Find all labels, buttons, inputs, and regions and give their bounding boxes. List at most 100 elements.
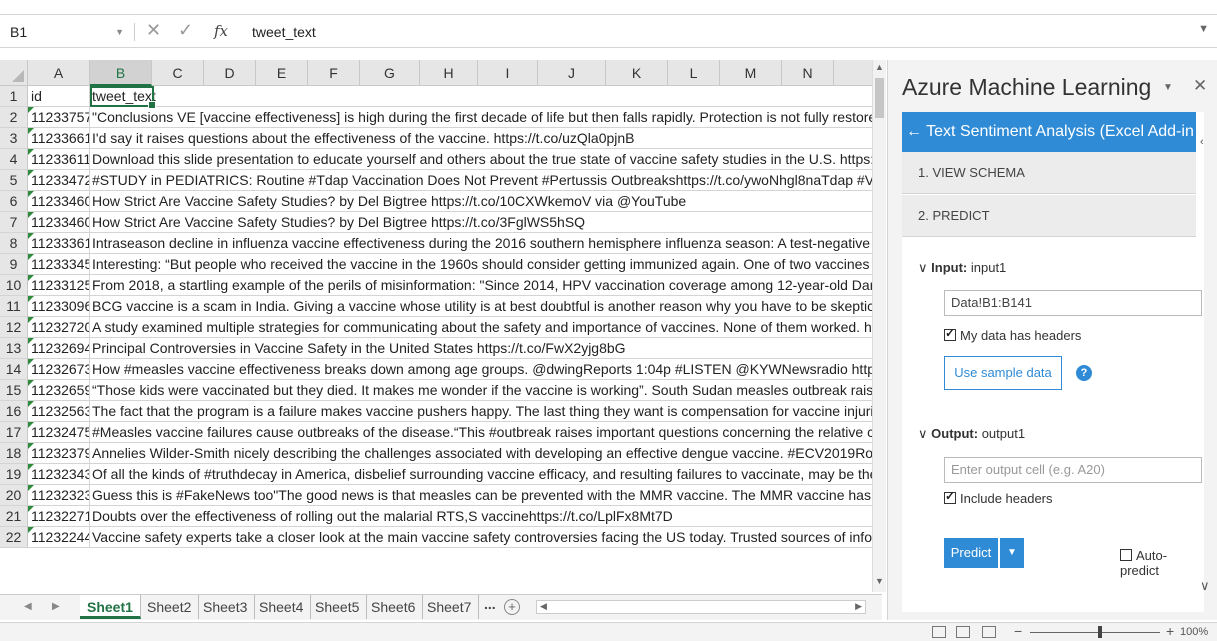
row-header[interactable]: 17: [0, 422, 27, 443]
column-header-c[interactable]: C: [152, 60, 204, 86]
sheet-tab-sheet6[interactable]: Sheet6: [364, 595, 424, 619]
zoom-level[interactable]: 100%: [1180, 626, 1208, 638]
tweet-text-cell[interactable]: How Strict Are Vaccine Safety Studies? b…: [90, 191, 882, 211]
row-header[interactable]: 19: [0, 464, 27, 485]
pane-options-chevron-icon[interactable]: ▼: [1163, 82, 1173, 93]
add-sheet-button[interactable]: +: [504, 599, 520, 615]
id-cell[interactable]: 112337575: [28, 107, 90, 127]
column-header-a[interactable]: A: [28, 60, 90, 86]
tab-scroll-right-icon[interactable]: ▶: [52, 601, 60, 612]
predict-button[interactable]: Predict: [944, 538, 998, 568]
expand-formula-bar-icon[interactable]: ▼: [1198, 23, 1209, 35]
cancel-icon[interactable]: ✕: [146, 20, 161, 41]
sheet-tab-sheet1[interactable]: Sheet1: [80, 595, 141, 619]
input-headers-checkbox[interactable]: [944, 326, 956, 341]
row-header[interactable]: 18: [0, 443, 27, 464]
section-predict[interactable]: 2. PREDICT: [902, 195, 1196, 237]
select-all-button[interactable]: [0, 60, 28, 86]
row-header[interactable]: 22: [0, 527, 27, 548]
scroll-left-icon[interactable]: ◀: [540, 601, 547, 612]
column-header-k[interactable]: K: [606, 60, 668, 86]
tweet-text-cell[interactable]: Of all the kinds of #truthdecay in Ameri…: [90, 464, 882, 484]
sheet-tab-sheet4[interactable]: Sheet4: [252, 595, 312, 619]
column-header-e[interactable]: E: [256, 60, 308, 86]
row-header[interactable]: 8: [0, 233, 27, 254]
id-cell[interactable]: 112333610: [28, 233, 90, 253]
column-header-h[interactable]: H: [420, 60, 478, 86]
tweet-text-cell[interactable]: Doubts over the effectiveness of rolling…: [90, 506, 882, 526]
tweet-text-cell[interactable]: #STUDY in PEDIATRICS: Routine #Tdap Vacc…: [90, 170, 882, 190]
row-header[interactable]: 3: [0, 128, 27, 149]
output-cell-field[interactable]: Enter output cell (e.g. A20): [944, 457, 1202, 483]
use-sample-data-button[interactable]: Use sample data: [944, 356, 1062, 390]
section-view-schema[interactable]: 1. VIEW SCHEMA: [902, 152, 1196, 194]
row-header[interactable]: 4: [0, 149, 27, 170]
id-cell[interactable]: 112336110: [28, 149, 90, 169]
id-cell[interactable]: 112325632: [28, 401, 90, 421]
help-icon[interactable]: ?: [1076, 365, 1092, 381]
autopredict-checkbox[interactable]: [1120, 549, 1132, 561]
tweet-text-cell[interactable]: The fact that the program is a failure m…: [90, 401, 882, 421]
column-header-d[interactable]: D: [204, 60, 256, 86]
scroll-right-icon[interactable]: ▶: [855, 601, 862, 612]
tweet-text-cell[interactable]: From 2018, a startling example of the pe…: [90, 275, 882, 295]
row-header[interactable]: 20: [0, 485, 27, 506]
row-header[interactable]: 9: [0, 254, 27, 275]
row-header[interactable]: 5: [0, 170, 27, 191]
row-header[interactable]: 12: [0, 317, 27, 338]
sheet-tab-sheet7[interactable]: Sheet7: [420, 595, 480, 619]
column-header-n[interactable]: N: [782, 60, 834, 86]
id-cell[interactable]: 112327203: [28, 317, 90, 337]
row-header[interactable]: 2: [0, 107, 27, 128]
zoom-slider[interactable]: [1030, 632, 1160, 633]
page-layout-view-icon[interactable]: [956, 626, 970, 638]
tweet-text-cell[interactable]: “Those kids were vaccinated but they die…: [90, 380, 882, 400]
column-header-j[interactable]: J: [538, 60, 606, 86]
sheet-vertical-scrollbar[interactable]: ▲ ▼: [872, 60, 886, 592]
id-cell[interactable]: 112331250: [28, 275, 90, 295]
tweet-text-cell[interactable]: #Measles vaccine failures cause outbreak…: [90, 422, 882, 442]
id-cell[interactable]: 112334604: [28, 212, 90, 232]
page-break-view-icon[interactable]: [982, 626, 996, 638]
id-cell[interactable]: 112323797: [28, 443, 90, 463]
sheet-tab-sheet5[interactable]: Sheet5: [308, 595, 368, 619]
more-sheets-button[interactable]: ...: [484, 596, 496, 612]
row-header[interactable]: 15: [0, 380, 27, 401]
chevron-down-icon[interactable]: ∨: [1200, 578, 1210, 594]
enter-icon[interactable]: ✓: [178, 20, 193, 41]
row-header[interactable]: 14: [0, 359, 27, 380]
row-header[interactable]: 10: [0, 275, 27, 296]
insert-function-icon[interactable]: fx: [214, 22, 228, 40]
scrollbar-thumb[interactable]: [875, 78, 884, 118]
autopredict-checkbox-row[interactable]: Auto-predict: [1120, 548, 1204, 578]
row-header[interactable]: 6: [0, 191, 27, 212]
id-cell[interactable]: 112323230: [28, 485, 90, 505]
horizontal-scrollbar[interactable]: ◀ ▶: [536, 600, 866, 614]
input-range-field[interactable]: Data!B1:B141 ▦: [944, 290, 1202, 316]
id-cell[interactable]: id: [28, 86, 90, 106]
id-cell[interactable]: 112326943: [28, 338, 90, 358]
normal-view-icon[interactable]: [932, 626, 946, 638]
back-arrow-icon[interactable]: ←: [906, 123, 922, 140]
sheet-tab-sheet2[interactable]: Sheet2: [140, 595, 200, 619]
id-cell[interactable]: 112334720: [28, 170, 90, 190]
column-header-b[interactable]: B: [90, 60, 152, 86]
id-cell[interactable]: 112326733: [28, 359, 90, 379]
row-header[interactable]: 16: [0, 401, 27, 422]
zoom-out-button[interactable]: −: [1014, 623, 1022, 639]
tweet-text-cell[interactable]: Guess this is #FakeNews too"The good new…: [90, 485, 882, 505]
id-cell[interactable]: 112334600: [28, 191, 90, 211]
id-cell[interactable]: 112324752: [28, 422, 90, 442]
scroll-up-icon[interactable]: ▲: [875, 62, 884, 72]
column-header-f[interactable]: F: [308, 60, 360, 86]
tab-scroll-left-icon[interactable]: ◀: [24, 601, 32, 612]
zoom-in-button[interactable]: +: [1166, 623, 1174, 639]
input-label[interactable]: ∨ Input: input1: [918, 260, 1006, 276]
scroll-down-icon[interactable]: ▼: [875, 576, 884, 586]
id-cell[interactable]: 112323439: [28, 464, 90, 484]
tweet-text-cell[interactable]: Interesting: “But people who received th…: [90, 254, 882, 274]
chevron-down-icon[interactable]: ▼: [115, 21, 124, 43]
column-header-m[interactable]: M: [720, 60, 782, 86]
column-header-l[interactable]: L: [668, 60, 720, 86]
id-cell[interactable]: 112322441: [28, 527, 90, 547]
